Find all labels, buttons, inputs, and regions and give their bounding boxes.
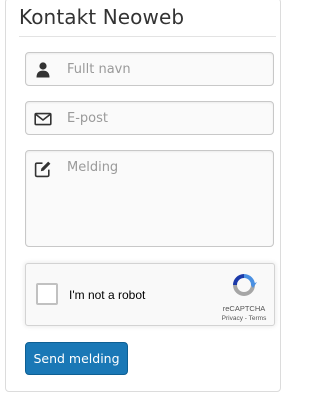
recaptcha-logo-icon bbox=[231, 272, 257, 298]
name-field[interactable] bbox=[25, 52, 274, 86]
message-textarea[interactable] bbox=[67, 160, 267, 240]
recaptcha-links: Privacy - Terms bbox=[216, 315, 272, 322]
recaptcha-checkbox[interactable] bbox=[36, 283, 58, 305]
name-input[interactable] bbox=[67, 53, 267, 85]
recaptcha-brand: reCAPTCHA bbox=[222, 304, 266, 313]
email-input[interactable] bbox=[67, 102, 267, 134]
send-message-button[interactable]: Send melding bbox=[25, 342, 128, 375]
recaptcha-terms-link[interactable]: Terms bbox=[249, 315, 267, 322]
envelope-icon bbox=[34, 110, 52, 128]
recaptcha-label: I'm not a robot bbox=[69, 288, 146, 302]
email-field[interactable] bbox=[25, 101, 274, 135]
title-divider bbox=[19, 36, 276, 37]
edit-icon bbox=[34, 160, 52, 178]
contact-form-card: Kontakt Neoweb Fullt navn E-post Melding… bbox=[5, 0, 281, 392]
message-field[interactable] bbox=[25, 150, 274, 247]
recaptcha-privacy-link[interactable]: Privacy bbox=[222, 315, 243, 322]
recaptcha-widget: I'm not a robot reCAPTCHA Privacy - Term… bbox=[25, 263, 275, 326]
form-title: Kontakt Neoweb bbox=[19, 5, 185, 29]
user-icon bbox=[34, 61, 52, 79]
